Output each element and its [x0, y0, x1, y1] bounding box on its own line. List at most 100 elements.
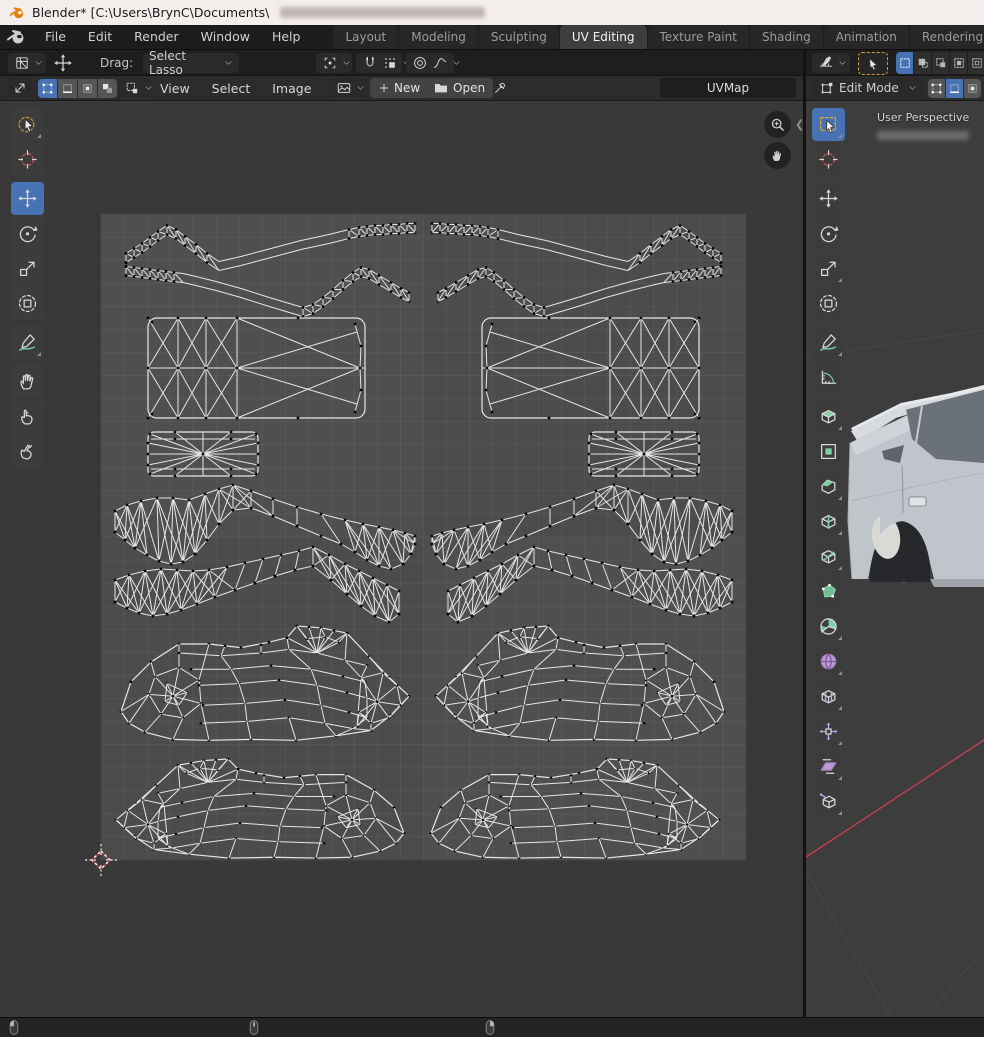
vertex-mode-icon [40, 81, 55, 96]
vertex-mode-icon [929, 81, 944, 96]
new-image-button[interactable]: New [370, 78, 428, 98]
tool-move[interactable] [812, 182, 845, 215]
uv-menu-image[interactable]: Image [268, 76, 315, 101]
tool-rip-region[interactable] [812, 785, 845, 818]
tool-annotate[interactable] [812, 326, 845, 359]
menu-help[interactable]: Help [261, 24, 312, 49]
sidebar-collapse-arrow[interactable]: ❮ [795, 118, 803, 131]
transform-icon [818, 293, 839, 314]
uv-sync-selection-toggle[interactable] [8, 78, 32, 98]
uv-select-mode-face[interactable] [78, 79, 97, 98]
mode-dropdown[interactable]: Edit Mode [813, 78, 923, 98]
transform-icon [17, 293, 38, 314]
snapping-dropdown[interactable] [356, 53, 402, 73]
uv-menu-view[interactable]: View [156, 76, 194, 101]
tab-animation[interactable]: Animation [824, 25, 909, 49]
tool-poly-build[interactable] [812, 575, 845, 608]
viewport-canvas[interactable]: User Perspective [806, 101, 984, 1017]
tool-bevel[interactable] [812, 470, 845, 503]
drag-mode-dropdown[interactable]: Select Lasso [143, 53, 239, 73]
tab-modeling[interactable]: Modeling [399, 25, 478, 49]
blender-menu-icon[interactable] [6, 27, 26, 47]
menu-window[interactable]: Window [190, 24, 261, 49]
tool-measure[interactable] [812, 361, 845, 394]
tool-spin[interactable] [812, 610, 845, 643]
select-mode-intersect[interactable] [968, 52, 984, 74]
tool-extrude[interactable] [812, 400, 845, 433]
tool-rotate[interactable] [812, 217, 845, 250]
uv-editor-canvas[interactable]: ❮ [0, 101, 803, 1017]
open-image-button[interactable]: Open [425, 78, 493, 98]
tool-inset[interactable] [812, 435, 845, 468]
uv-toolbar [11, 108, 44, 470]
uv-select-mode-vertex[interactable] [38, 79, 57, 98]
uv-sync-icon [12, 80, 28, 96]
tab-texture-paint[interactable]: Texture Paint [648, 25, 749, 49]
zoom-gizmo[interactable] [764, 111, 791, 138]
tool-tweak-select[interactable] [11, 108, 44, 141]
annotate-icon [17, 332, 38, 353]
annotate-icon [818, 332, 839, 353]
tool-scale[interactable] [11, 252, 44, 285]
uv-menu-select[interactable]: Select [208, 76, 255, 101]
tool-move[interactable] [11, 182, 44, 215]
tool-pinch[interactable] [11, 435, 44, 468]
cursor-2d-icon [17, 149, 38, 170]
uv-map-name: UVMap [707, 81, 749, 95]
vp-active-tool-indicator[interactable] [858, 52, 888, 75]
mesh-select-mode-vertex[interactable] [928, 79, 945, 98]
menu-file[interactable]: File [34, 24, 77, 49]
tool-shear[interactable] [812, 750, 845, 783]
open-image-label: Open [453, 81, 485, 95]
tool-annotate[interactable] [11, 326, 44, 359]
pan-gizmo[interactable] [764, 142, 791, 169]
tool-relax[interactable] [11, 400, 44, 433]
menu-edit[interactable]: Edit [77, 24, 123, 49]
viewport-toolbar [812, 108, 845, 820]
select-mode-subtract[interactable] [932, 52, 949, 74]
tool-edge-slide[interactable] [812, 680, 845, 713]
select-mode-invert[interactable] [950, 52, 967, 74]
mesh-select-mode-edge[interactable] [946, 79, 963, 98]
uv-select-mode-island[interactable] [98, 79, 117, 98]
active-tool-dropdown[interactable] [8, 53, 46, 73]
tool-loop-cut[interactable] [812, 505, 845, 538]
sticky-selection-dropdown[interactable] [118, 78, 152, 98]
tool-select-box[interactable] [812, 108, 845, 141]
select-mode-extend[interactable] [914, 52, 931, 74]
uv-select-mode-edge[interactable] [58, 79, 77, 98]
mesh-select-mode-face[interactable] [964, 79, 981, 98]
mesh-select-mode-buttons [928, 79, 982, 98]
tool-knife[interactable] [812, 540, 845, 573]
uv-map-field[interactable]: UVMap [660, 78, 796, 98]
tool-cursor-2d[interactable] [11, 143, 44, 176]
tool-transform[interactable] [11, 287, 44, 320]
magnet-icon[interactable] [362, 55, 378, 71]
proportional-edit-icon[interactable] [412, 55, 428, 71]
tool-grab[interactable] [11, 365, 44, 398]
tab-uv-editing[interactable]: UV Editing [560, 25, 647, 49]
tool-rotate[interactable] [11, 217, 44, 250]
menu-render[interactable]: Render [123, 24, 190, 49]
proportional-edit-dropdown[interactable] [406, 53, 454, 73]
poly-build-icon [818, 581, 839, 602]
editor-separator[interactable] [803, 50, 806, 1017]
tool-cursor-3d[interactable] [812, 143, 845, 176]
tab-sculpting[interactable]: Sculpting [479, 25, 559, 49]
image-browse-dropdown[interactable] [330, 78, 366, 98]
select-mode-set[interactable] [896, 52, 913, 74]
tool-settings-bar: Drag: Select Lasso [0, 50, 984, 76]
tool-scale[interactable] [812, 252, 845, 285]
tab-rendering[interactable]: Rendering [910, 25, 984, 49]
extrude-icon [818, 406, 839, 427]
pin-icon[interactable] [492, 80, 508, 96]
tool-shrink-fatten[interactable] [812, 715, 845, 748]
relax-icon [17, 406, 38, 427]
chevron-down-icon [908, 80, 917, 96]
tool-transform[interactable] [812, 287, 845, 320]
vp-active-tool-dropdown[interactable] [812, 53, 850, 73]
tab-shading[interactable]: Shading [750, 25, 823, 49]
tab-layout[interactable]: Layout [333, 25, 398, 49]
pivot-point-dropdown[interactable] [316, 53, 352, 73]
tool-smooth[interactable] [812, 645, 845, 678]
